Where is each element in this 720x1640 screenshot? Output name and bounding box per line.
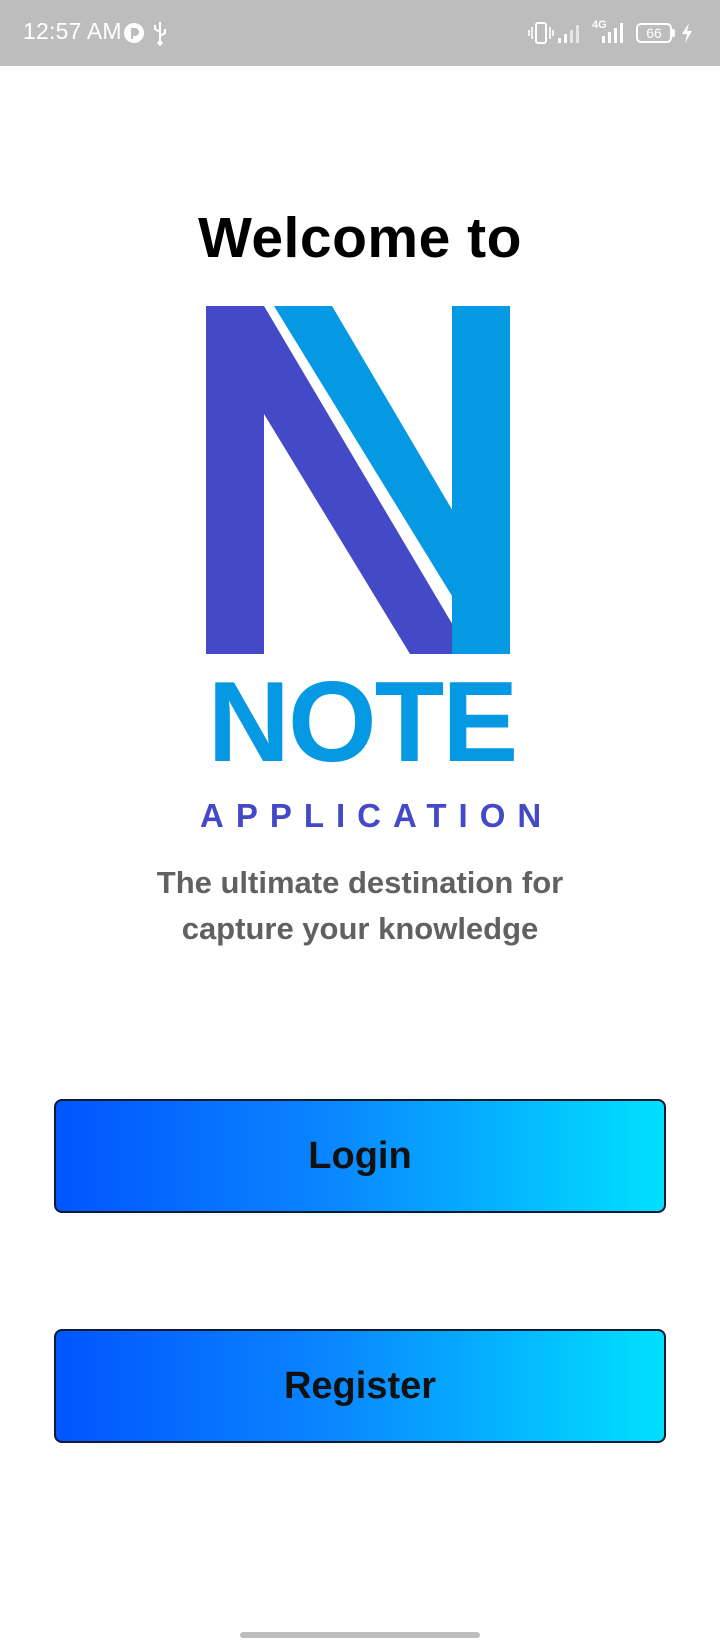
home-indicator[interactable] [240, 1632, 480, 1638]
battery-indicator: 66 [636, 23, 672, 43]
status-time: 12:57 AM [23, 18, 122, 44]
logo-subtitle: APPLICATION [200, 797, 554, 834]
tagline-line-1: The ultimate destination for [156, 865, 564, 900]
signal-icon [558, 25, 579, 43]
logo-wordmark: NOTE [207, 659, 519, 786]
app-notification-icon [124, 23, 144, 43]
battery-level: 66 [646, 25, 662, 41]
register-button[interactable]: Register [54, 1329, 666, 1443]
status-bar: 12:57 AM 4G 66 [0, 0, 720, 66]
tagline-line-2: capture your knowledge [181, 911, 539, 946]
usb-icon [154, 22, 166, 46]
tagline: The ultimate destination for capture you… [110, 860, 610, 952]
welcome-screen: 12:57 AM 4G 66 Welcome to NOTE APPLICATI… [0, 0, 720, 1640]
login-button-label: Login [308, 1134, 412, 1177]
register-button-label: Register [283, 1364, 437, 1407]
vibrate-icon [528, 22, 554, 44]
charging-icon [682, 23, 692, 43]
battery-tip [672, 29, 675, 37]
login-button[interactable]: Login [54, 1099, 666, 1213]
network-signal-icon [602, 23, 623, 43]
welcome-title: Welcome to [198, 206, 522, 270]
